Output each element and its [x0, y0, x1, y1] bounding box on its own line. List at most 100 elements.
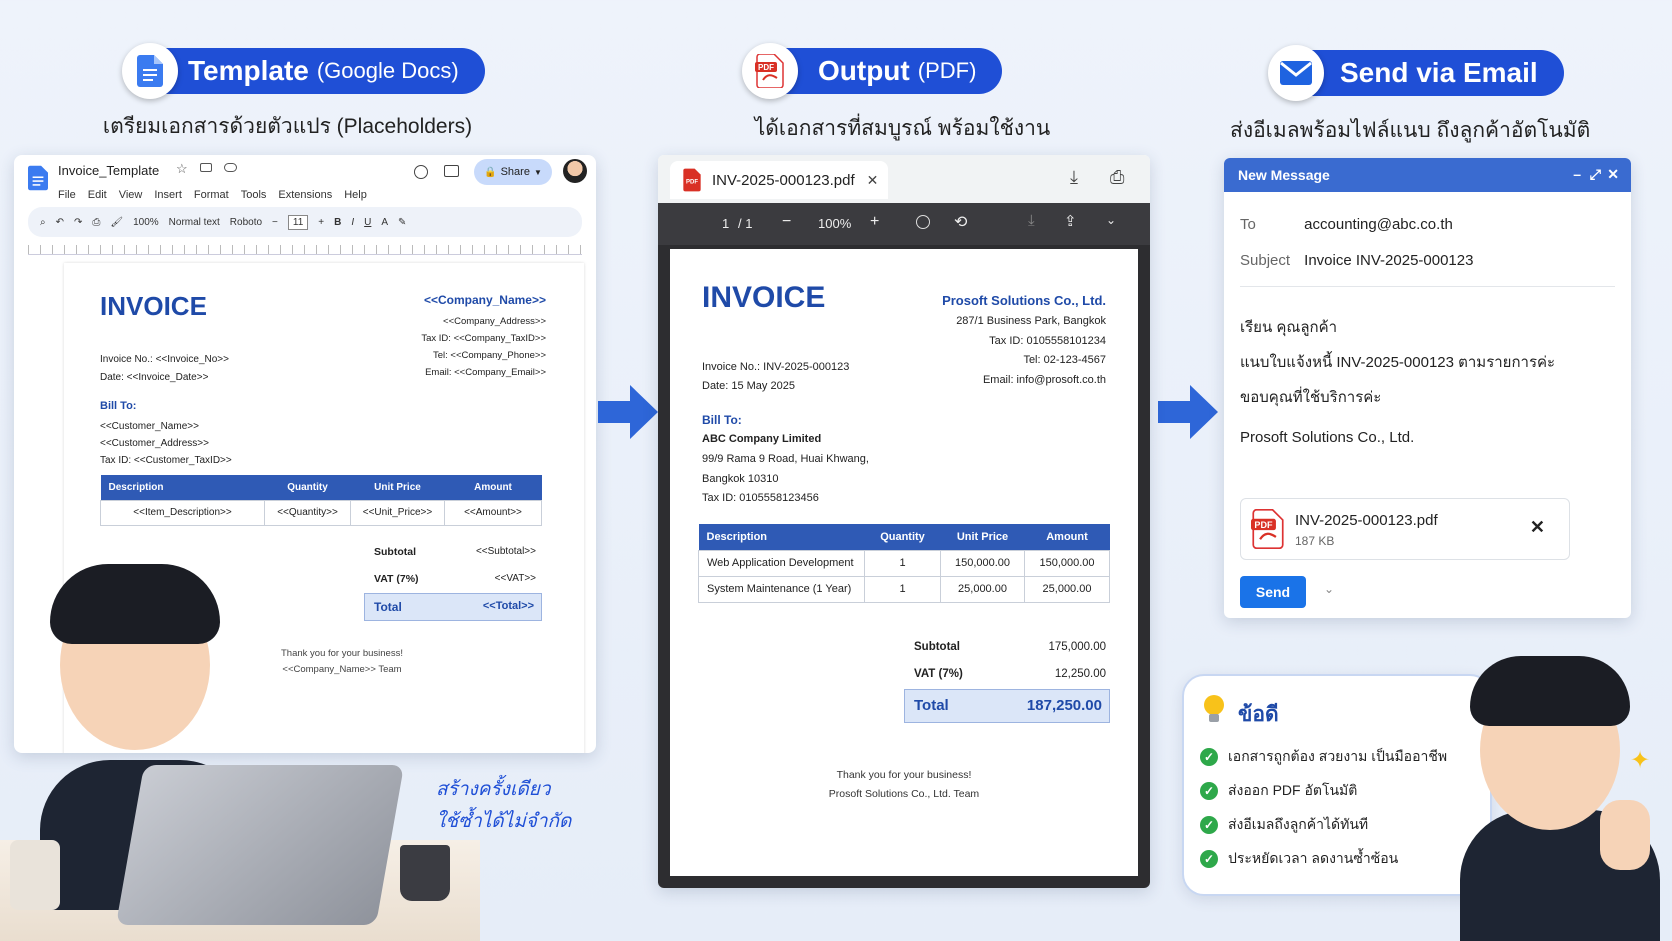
bold-button[interactable]: B — [334, 217, 341, 228]
print-icon[interactable]: ⎙ — [1110, 167, 1124, 188]
italic-button[interactable]: I — [351, 217, 354, 228]
template-subtitle: (Google Docs) — [316, 58, 459, 83]
increase-font-icon[interactable]: + — [318, 217, 324, 228]
menu-format[interactable]: Format — [194, 189, 229, 201]
fit-page-icon[interactable] — [916, 215, 930, 229]
body-line-1: แนบใบแจ้งหนี้ INV-2025-000123 ตามรายการค… — [1240, 354, 1556, 371]
email-compose-window: New Message – ⤢ ✕ To accounting@abc.co.t… — [1224, 158, 1631, 618]
attachment-card[interactable]: PDF INV-2025-000123.pdf 187 KB ✕ — [1240, 498, 1570, 560]
cloud-icon[interactable] — [224, 163, 237, 172]
pdf-document-area[interactable]: INVOICE Prosoft Solutions Co., Ltd. 287/… — [658, 245, 1150, 888]
compose-title: New Message — [1238, 167, 1330, 183]
font-select[interactable]: Roboto — [230, 217, 262, 228]
col-unit-price: Unit Price — [350, 475, 445, 500]
menu-extensions[interactable]: Extensions — [278, 189, 332, 201]
invoice-title: INVOICE — [702, 281, 826, 314]
page-total: / 1 — [738, 216, 753, 231]
table-header-row: Description Quantity Unit Price Amount — [698, 524, 1110, 550]
close-icon[interactable]: ✕ — [867, 172, 879, 189]
star-icon[interactable]: ☆ — [176, 161, 188, 177]
col-unit-price: Unit Price — [940, 524, 1025, 550]
cell-description: Web Application Development — [698, 549, 865, 577]
invoice-no: Invoice No.: INV-2025-000123 — [702, 361, 850, 373]
menu-insert[interactable]: Insert — [154, 189, 182, 201]
ruler[interactable] — [28, 245, 582, 255]
subject-row[interactable]: Subject Invoice INV-2025-000123 — [1240, 252, 1473, 269]
minimize-icon[interactable]: – — [1573, 166, 1581, 182]
expand-icon[interactable]: ⤢ — [1590, 166, 1601, 183]
rotate-icon[interactable]: ⟲ — [954, 212, 967, 232]
zoom-in-icon[interactable]: + — [870, 213, 879, 231]
to-row[interactable]: To accounting@abc.co.th — [1240, 216, 1453, 233]
comment-icon[interactable] — [444, 165, 459, 177]
customer-lines: 99/9 Rama 9 Road, Huai Khwang, Bangkok 1… — [702, 450, 869, 509]
decrease-font-icon[interactable]: − — [272, 217, 278, 228]
search-icon[interactable]: ⌕ — [40, 217, 46, 228]
customer-address-1: 99/9 Rama 9 Road, Huai Khwang, — [702, 453, 869, 465]
text-color-button[interactable]: A — [381, 217, 388, 228]
redo-icon[interactable]: ↷ — [74, 217, 82, 228]
font-size-input[interactable]: 11 — [287, 214, 309, 230]
svg-text:PDF: PDF — [758, 63, 774, 72]
undo-icon[interactable]: ↶ — [56, 217, 64, 228]
docs-toolbar: ⌕ ↶ ↷ ⎙ 🖌 100% Normal text Roboto − 11 +… — [28, 207, 582, 237]
menu-help[interactable]: Help — [344, 189, 367, 201]
style-select[interactable]: Normal text — [169, 217, 220, 228]
check-icon: ✓ — [1200, 782, 1218, 800]
share-icon[interactable]: ⇪ — [1064, 212, 1077, 230]
history-icon[interactable] — [414, 165, 428, 179]
paint-format-icon[interactable]: 🖌 — [110, 217, 123, 228]
subtotal-label: Subtotal — [914, 641, 960, 653]
chevron-down-icon[interactable]: ⌄ — [1106, 213, 1116, 227]
table-header-row: Description Quantity Unit Price Amount — [100, 475, 542, 500]
output-pill: PDF Output (PDF) — [742, 43, 1003, 99]
folder-icon[interactable] — [200, 163, 212, 172]
zoom-select[interactable]: 100% — [133, 217, 159, 228]
share-label: Share — [500, 166, 530, 178]
download-icon[interactable]: ⤓ — [1070, 167, 1078, 188]
company-email: Email: <<Company_Email>> — [425, 367, 546, 378]
menu-tools[interactable]: Tools — [241, 189, 267, 201]
invoice-title: INVOICE — [100, 291, 207, 321]
share-button[interactable]: 🔒 Share ▼ — [474, 159, 552, 185]
compose-header: New Message – ⤢ ✕ — [1224, 158, 1631, 192]
col-description: Description — [698, 524, 865, 550]
underline-button[interactable]: U — [364, 217, 371, 228]
invoice-date: Date: <<Invoice_Date>> — [100, 372, 209, 383]
cell-description: <<Item_Description>> — [100, 499, 265, 526]
to-field[interactable]: accounting@abc.co.th — [1304, 216, 1453, 233]
page-number-input[interactable]: 1 — [722, 216, 729, 231]
pen-icon[interactable]: ✎ — [398, 217, 406, 228]
close-icon[interactable]: ✕ — [1607, 166, 1619, 183]
body-signature: Prosoft Solutions Co., Ltd. — [1240, 429, 1415, 446]
print-icon[interactable]: ⎙ — [92, 217, 100, 228]
items-table: Description Quantity Unit Price Amount <… — [100, 475, 542, 526]
output-title: Output — [818, 55, 910, 86]
menu-view[interactable]: View — [119, 189, 143, 201]
zoom-out-icon[interactable]: − — [782, 213, 791, 231]
menu-edit[interactable]: Edit — [88, 189, 107, 201]
email-body[interactable]: เรียน คุณลูกค้า แนบใบแจ้งหนี้ INV-2025-0… — [1240, 310, 1555, 455]
cell-unit-price: 150,000.00 — [940, 549, 1025, 577]
avatar[interactable] — [563, 159, 587, 183]
note-line-1: สร้างครั้งเดียว — [436, 779, 551, 800]
pdf-tab[interactable]: PDF INV-2025-000123.pdf ✕ — [670, 161, 888, 199]
col-amount: Amount — [444, 475, 542, 500]
subject-field[interactable]: Invoice INV-2025-000123 — [1304, 252, 1473, 269]
thanks-text: Thank you for your business! — [836, 769, 972, 781]
send-button[interactable]: Send — [1240, 576, 1306, 608]
arrow-right-icon — [1158, 385, 1218, 439]
body-greeting: เรียน คุณลูกค้า — [1240, 319, 1338, 336]
table-row: System Maintenance (1 Year) 1 25,000.00 … — [698, 575, 1110, 603]
customer-address: <<Customer_Address>> — [100, 438, 209, 449]
zoom-level[interactable]: 100% — [818, 216, 851, 231]
doc-filename[interactable]: Invoice_Template — [58, 163, 159, 178]
menu-file[interactable]: File — [58, 189, 76, 201]
send-options-icon[interactable]: ⌄ — [1324, 582, 1334, 596]
arrow-right-icon — [598, 385, 658, 439]
character-hair — [1470, 656, 1630, 726]
remove-attachment-icon[interactable]: ✕ — [1530, 517, 1545, 538]
download-icon[interactable]: ⤓ — [1028, 212, 1035, 229]
benefits-card: ข้อดี ✓ เอกสารถูกต้อง สวยงาม เป็นมืออาชีพ… — [1182, 674, 1492, 896]
benefit-item: ✓ ส่งอีเมลถึงลูกค้าได้ทันที — [1200, 814, 1368, 836]
